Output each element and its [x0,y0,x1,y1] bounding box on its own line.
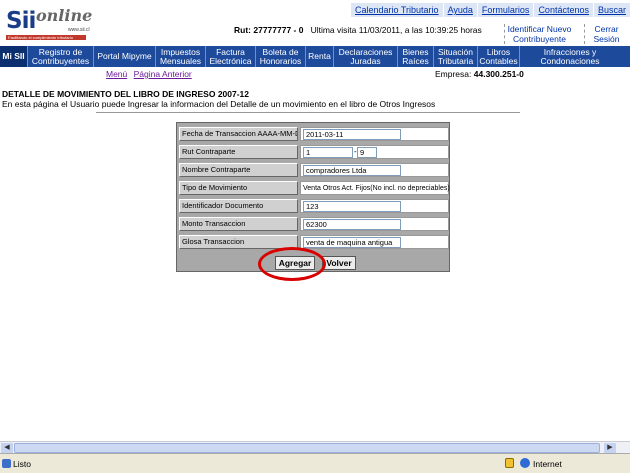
lock-icon [505,458,514,468]
page-title: DETALLE DE MOVIMIENTO DEL LIBRO DE INGRE… [2,89,250,99]
status-bar: Listo Internet [0,453,630,473]
nav-label: Honorarios [259,55,302,66]
identificador-cell: 123 [300,199,449,213]
nav-impuestos[interactable]: Impuestos Mensuales [156,46,206,67]
top-links: Calendario Tributario Ayuda Formularios … [350,3,630,17]
rut-cell: 1 - 9 [300,145,449,159]
rut-dv-input[interactable]: 9 [357,147,377,158]
nav-registro[interactable]: Registro de Contribuyentes [28,46,94,67]
breadcrumb: Menú Página Anterior [106,69,196,79]
glosa-cell: venta de maquina antigua [300,235,449,249]
nav-label: Tributaria [437,55,474,66]
scroll-right-icon[interactable]: ▶ [604,443,616,453]
nombre-input[interactable]: compradores Ltda [303,165,401,176]
row-identificador: Identificador Documento 123 [179,199,449,213]
row-rut: Rut Contraparte 1 - 9 [179,145,449,159]
rut-number-input[interactable]: 1 [303,147,353,158]
nombre-label: Nombre Contraparte [179,163,298,177]
nav-label: Contribuyentes [31,55,90,66]
identify-new-line2: Contribuyente [513,34,566,44]
logout-line1: Cerrar [594,24,619,34]
sii-logo[interactable]: Sii online www.sii.cl Facilitando el cum… [6,6,93,40]
nombre-cell: compradores Ltda [300,163,449,177]
link-ayuda[interactable]: Ayuda [442,3,477,17]
logo-sii-text: Sii [6,8,36,34]
globe-icon [520,458,530,468]
row-fecha: Fecha de Transaccion AAAA-MM-DD 2011-03-… [179,127,449,141]
zone-text: Internet [533,459,562,469]
scroll-thumb[interactable] [14,443,600,453]
nav-label: Juradas [350,55,381,66]
nav-mi-sii[interactable]: Mi SII [0,46,28,67]
tipo-label: Tipo de Movimiento [179,181,298,195]
nav-renta[interactable]: Renta [306,46,334,67]
nav-label: Mensuales [159,55,202,66]
link-formularios[interactable]: Formularios [476,3,534,17]
menu-link[interactable]: Menú [106,69,127,79]
scroll-left-icon[interactable]: ◀ [1,443,13,453]
company-info: Empresa: 44.300.251-0 [435,69,524,79]
glosa-input[interactable]: venta de maquina antigua [303,237,401,248]
tipo-cell: Venta Otros Act. Fijos(No incl. no depre… [300,181,450,195]
nav-factura[interactable]: Factura Electrónica [206,46,256,67]
highlight-circle [258,247,326,281]
nav-label: Mi SII [2,51,25,61]
identificador-label: Identificador Documento [179,199,298,213]
row-nombre: Nombre Contraparte compradores Ltda [179,163,449,177]
movement-form: Fecha de Transaccion AAAA-MM-DD 2011-03-… [176,122,450,272]
nav-label: Contables [479,55,518,66]
nav-declaraciones[interactable]: Declaraciones Juradas [334,46,398,67]
rut-value: 27777777 - 0 [253,25,304,35]
nav-label: Renta [308,51,331,61]
rut-contraparte-label: Rut Contraparte [179,145,298,159]
row-monto: Monto Transaccion 62300 [179,217,449,231]
link-calendario[interactable]: Calendario Tributario [350,3,443,17]
tipo-value: Venta Otros Act. Fijos(No incl. no depre… [303,185,450,192]
volver-button[interactable]: Volver [322,256,356,270]
rut-label: Rut: [234,25,251,35]
identificador-input[interactable]: 123 [303,201,401,212]
nav-label: Electrónica [209,55,252,66]
nav-bienes-raices[interactable]: Bienes Raíces [398,46,434,67]
logout-link[interactable]: Cerrar Sesión [584,24,628,44]
link-buscar[interactable]: Buscar [592,3,630,17]
site-header: Sii online www.sii.cl Facilitando el cum… [0,0,630,46]
nav-label: Condonaciones [540,55,600,66]
nav-label: Portal Mipyme [97,51,152,61]
logo-url-text: www.sii.cl [68,27,90,33]
identify-new-line1: Identificar Nuevo [507,24,572,34]
user-info: Rut: 27777777 - 0 Ultima visita 11/03/20… [234,25,482,35]
status-text: Listo [13,459,31,469]
company-label: Empresa: [435,69,472,79]
previous-page-link[interactable]: Página Anterior [134,69,192,79]
nav-portal-mipyme[interactable]: Portal Mipyme [94,46,156,67]
row-glosa: Glosa Transaccion venta de maquina antig… [179,235,449,249]
row-tipo: Tipo de Movimiento Venta Otros Act. Fijo… [179,181,450,195]
fecha-input[interactable]: 2011-03-11 [303,129,401,140]
page-description: En esta página el Usuario puede Ingresar… [2,99,436,109]
logo-online-text: online [36,6,93,25]
fecha-label: Fecha de Transaccion AAAA-MM-DD [179,127,298,141]
link-contactenos[interactable]: Contáctenos [533,3,593,17]
main-nav: Mi SII Registro de Contribuyentes Portal … [0,46,630,67]
divider [96,112,520,113]
logout-line2: Sesión [593,34,620,44]
horizontal-scrollbar[interactable]: ◀ ▶ [0,441,630,453]
nav-label: Raíces [402,55,429,66]
nav-situacion[interactable]: Situación Tributaria [434,46,478,67]
company-rut: 44.300.251-0 [473,69,524,79]
monto-label: Monto Transaccion [179,217,298,231]
last-visit: Ultima visita 11/03/2011, a las 10:39:25… [310,25,482,35]
logo-tagline: Facilitando el cumplimiento tributario [6,35,86,40]
fecha-cell: 2011-03-11 [300,127,449,141]
nav-boleta[interactable]: Boleta de Honorarios [256,46,306,67]
monto-cell: 62300 [300,217,449,231]
page-icon [2,459,11,468]
identify-new-taxpayer-link[interactable]: Identificar Nuevo Contribuyente [504,24,574,44]
nav-infracciones[interactable]: Infracciones y Condonaciones [520,46,620,67]
nav-libros[interactable]: Libros Contables [478,46,520,67]
monto-input[interactable]: 62300 [303,219,401,230]
